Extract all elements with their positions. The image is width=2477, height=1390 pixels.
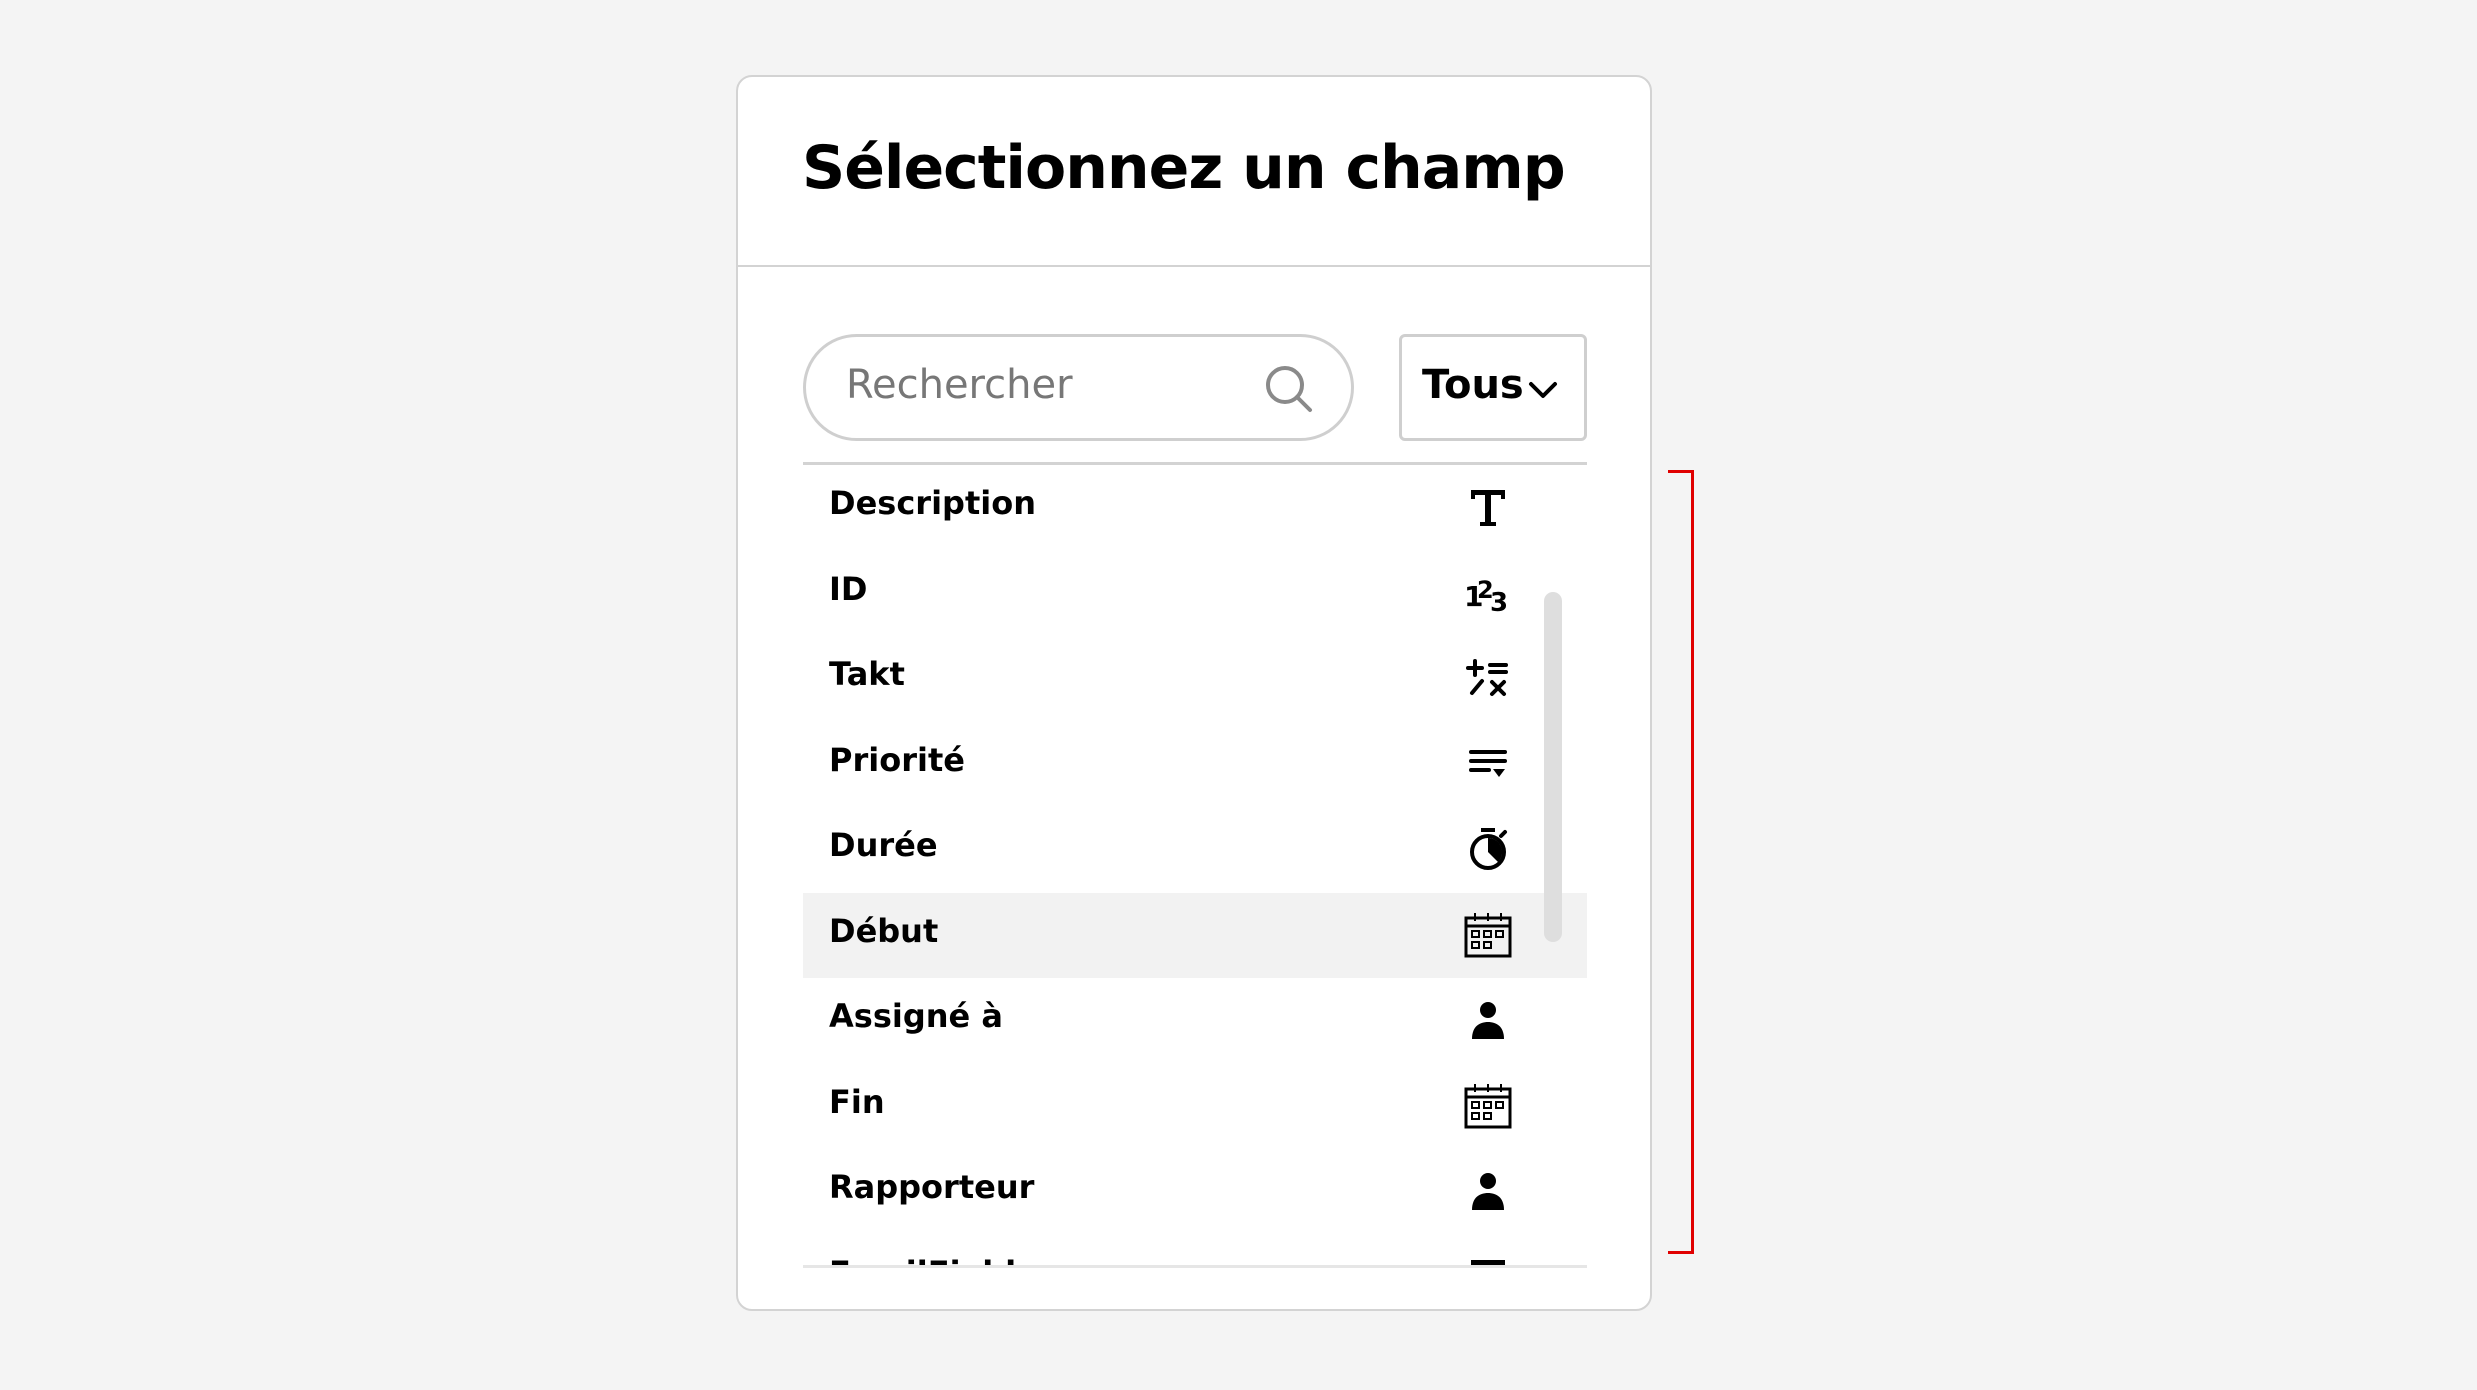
list-item-label: Rapporteur [829,1168,1035,1206]
calculation-type-icon [1466,659,1508,696]
calendar-icon [1464,1083,1512,1128]
calendar-icon [1464,912,1512,957]
list-bottom-divider [803,1265,1587,1268]
chevron-down-icon [1529,382,1557,398]
list-scrollbar[interactable] [1544,592,1562,942]
list-item-label: Takt [829,655,905,693]
select-field-dialog: Sélectionnez un champ Rechercher Tous De… [736,75,1652,1311]
text-type-icon [1471,490,1505,526]
list-item-label: Durée [829,826,938,864]
list-item-label: Fin [829,1082,885,1121]
stopwatch-icon [1470,828,1507,870]
search-icon[interactable] [1263,363,1315,415]
annotation-bracket [1668,470,1694,1254]
list-item-label: Début [829,911,939,950]
list-item-label: Assigné à [829,997,1003,1035]
search-placeholder: Rechercher [846,362,1073,408]
list-item-rapporteur[interactable]: Rapporteur [803,1149,1587,1235]
list-item-duree[interactable]: Durée [803,807,1587,893]
list-item-debut[interactable]: Début [803,892,1587,978]
list-item-description[interactable]: Description [803,465,1587,551]
type-filter-select[interactable]: Tous [1399,334,1587,441]
list-item-label: Priorité [829,740,965,779]
list-item-assigne-a[interactable]: Assigné à [803,978,1587,1064]
type-filter-value: Tous [1422,362,1524,408]
search-input[interactable]: Rechercher [803,334,1354,441]
list-item-priorite[interactable]: Priorité [803,722,1587,808]
dialog-title: Sélectionnez un champ [802,133,1566,203]
svg-text:3: 3 [1490,588,1508,618]
list-item-id[interactable]: ID 1 2 3 [803,551,1587,637]
list-item-fin[interactable]: Fin [803,1064,1587,1150]
field-list[interactable]: Description ID 1 2 3 Takt Priorité Durée… [803,462,1587,1267]
user-icon [1472,1173,1504,1210]
number-type-icon: 1 2 3 [1464,576,1508,618]
dialog-header: Sélectionnez un champ [738,77,1650,267]
list-item-label: Description [829,484,1036,522]
user-icon [1472,1002,1504,1039]
priority-list-icon [1469,749,1507,777]
list-item-label: ID [829,569,868,608]
list-item-takt[interactable]: Takt [803,636,1587,722]
list-item-emailfield[interactable]: EmailField [803,1235,1587,1267]
